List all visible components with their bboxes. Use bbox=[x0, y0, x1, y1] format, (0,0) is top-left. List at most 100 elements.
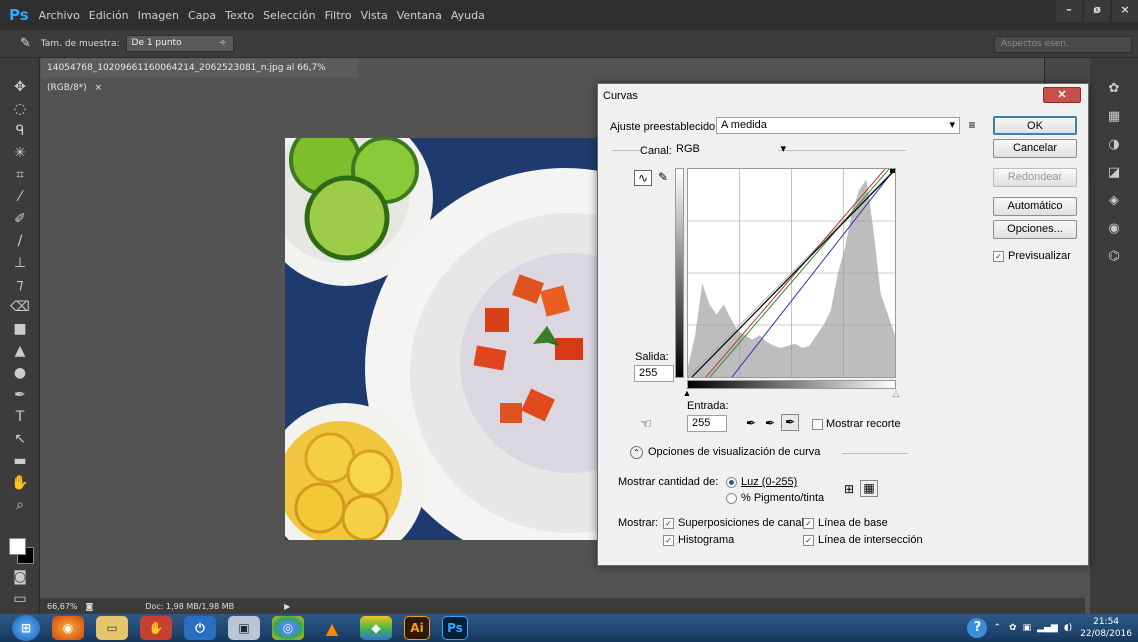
layers-panel-icon[interactable]: ◈ bbox=[1090, 186, 1138, 214]
lasso-tool-icon[interactable]: ᑫ bbox=[0, 120, 40, 142]
menu-ayuda[interactable]: Ayuda bbox=[451, 9, 485, 22]
hand-tool-icon[interactable]: ✋ bbox=[0, 472, 40, 494]
photoshop-taskbar-icon[interactable]: Ps bbox=[442, 616, 468, 640]
menu-texto[interactable]: Texto bbox=[225, 9, 254, 22]
eyedropper-icon[interactable]: ⁄ bbox=[0, 186, 40, 208]
blur-tool-icon[interactable]: ▲ bbox=[0, 340, 40, 362]
auto-button[interactable]: Automático bbox=[993, 197, 1077, 216]
white-eyedropper-icon[interactable]: ✒ bbox=[781, 414, 799, 431]
explorer-icon[interactable]: ▭ bbox=[96, 616, 128, 640]
start-button-icon[interactable]: ⊞ bbox=[12, 615, 40, 641]
smooth-button[interactable]: Redondear bbox=[993, 168, 1077, 187]
network-icon[interactable]: ▂▄▆ bbox=[1037, 623, 1058, 633]
document-canvas[interactable] bbox=[285, 138, 643, 540]
sample-size-select[interactable]: De 1 punto bbox=[125, 35, 234, 52]
histogram-checkbox[interactable]: ✓ bbox=[663, 535, 674, 546]
menu-imagen[interactable]: Imagen bbox=[138, 9, 179, 22]
power-app-icon[interactable]: ⏻ bbox=[184, 616, 216, 640]
pencil-draw-icon[interactable]: ✎ bbox=[656, 170, 670, 184]
baseline-checkbox[interactable]: ✓ bbox=[803, 518, 814, 529]
color-panel-icon[interactable]: ✿ bbox=[1090, 74, 1138, 102]
paths-panel-icon[interactable]: ⌬ bbox=[1090, 242, 1138, 270]
illustrator-icon[interactable]: Ai bbox=[404, 616, 430, 640]
gradient-tool-icon[interactable]: ■ bbox=[0, 318, 40, 340]
game-app-icon[interactable]: ✋ bbox=[140, 616, 172, 640]
ok-button[interactable]: OK bbox=[993, 116, 1077, 135]
pen-tool-icon[interactable]: ✒ bbox=[0, 384, 40, 406]
intersection-checkbox[interactable]: ✓ bbox=[803, 535, 814, 546]
menu-edicion[interactable]: Edición bbox=[89, 9, 129, 22]
tray-expand-icon[interactable]: ⌃ bbox=[993, 623, 1001, 633]
channel-overlays-checkbox[interactable]: ✓ bbox=[663, 518, 674, 529]
clock[interactable]: 21:54 22/08/2016 bbox=[1080, 616, 1132, 640]
restore-button[interactable]: ø bbox=[1084, 0, 1110, 22]
zoom-tool-icon[interactable]: ⌕ bbox=[0, 494, 40, 516]
menu-ventana[interactable]: Ventana bbox=[397, 9, 442, 22]
dialog-close-button[interactable]: ✕ bbox=[1043, 87, 1081, 103]
chrome-icon[interactable]: ◎ bbox=[272, 616, 304, 640]
swatches-panel-icon[interactable]: ▦ bbox=[1090, 102, 1138, 130]
status-info-icon[interactable]: ◙ bbox=[86, 602, 94, 611]
status-arrow-icon[interactable]: ▶ bbox=[284, 602, 290, 611]
curve-points-icon[interactable]: ∿ bbox=[634, 170, 652, 186]
pigment-radio[interactable] bbox=[726, 493, 737, 504]
dodge-tool-icon[interactable]: ● bbox=[0, 362, 40, 384]
menu-capa[interactable]: Capa bbox=[188, 9, 216, 22]
gray-eyedropper-icon[interactable]: ✒ bbox=[764, 416, 776, 430]
options-button[interactable]: Opciones... bbox=[993, 220, 1077, 239]
document-tab[interactable]: 14054768_10209661160064214_2062523081_n.… bbox=[41, 58, 358, 93]
minimize-button[interactable]: – bbox=[1056, 0, 1082, 22]
menu-filtro[interactable]: Filtro bbox=[325, 9, 352, 22]
history-brush-icon[interactable]: ⁊ bbox=[0, 274, 40, 296]
close-tab-icon[interactable]: × bbox=[95, 83, 103, 93]
styles-panel-icon[interactable]: ◪ bbox=[1090, 158, 1138, 186]
quick-mask-icon[interactable]: ◙ bbox=[0, 566, 40, 588]
preset-select[interactable]: A medida bbox=[716, 117, 960, 134]
volume-icon[interactable]: ◖) bbox=[1064, 623, 1072, 633]
hand-adjust-icon[interactable]: ☜ bbox=[638, 416, 654, 432]
pc-app-icon[interactable]: ▣ bbox=[228, 616, 260, 640]
help-icon[interactable]: ? bbox=[967, 618, 988, 638]
collapse-options-icon[interactable]: ⌃ bbox=[630, 446, 643, 459]
workspace-select[interactable]: Aspectos esen. bbox=[994, 36, 1132, 53]
simple-grid-icon[interactable]: ⊞ bbox=[842, 482, 856, 496]
show-clipping-checkbox[interactable] bbox=[812, 419, 823, 430]
firefox-icon[interactable]: ◉ bbox=[52, 616, 84, 640]
light-radio[interactable] bbox=[726, 477, 737, 488]
screen-mode-icon[interactable]: ▭ bbox=[0, 588, 40, 610]
adjustments-panel-icon[interactable]: ◑ bbox=[1090, 130, 1138, 158]
crop-tool-icon[interactable]: ⌗ bbox=[0, 164, 40, 186]
eyedropper-tool-icon[interactable]: ✎ bbox=[20, 36, 31, 51]
menu-archivo[interactable]: Archivo bbox=[39, 9, 80, 22]
tray-app-icon[interactable]: ✿ bbox=[1009, 623, 1017, 633]
eraser-tool-icon[interactable]: ⌫ bbox=[0, 296, 40, 318]
menu-vista[interactable]: Vista bbox=[361, 9, 388, 22]
marquee-tool-icon[interactable]: ◌ bbox=[0, 98, 40, 120]
channels-panel-icon[interactable]: ◉ bbox=[1090, 214, 1138, 242]
move-tool-icon[interactable]: ✥ bbox=[0, 76, 40, 98]
preview-checkbox[interactable]: ✓ bbox=[993, 251, 1004, 262]
path-selection-icon[interactable]: ↖ bbox=[0, 428, 40, 450]
cancel-button[interactable]: Cancelar bbox=[993, 139, 1077, 158]
vlc-icon[interactable]: ▲ bbox=[316, 616, 348, 640]
stamp-tool-icon[interactable]: ⊥ bbox=[0, 252, 40, 274]
foreground-color-swatch[interactable] bbox=[9, 538, 26, 555]
type-tool-icon[interactable]: T bbox=[0, 406, 40, 428]
black-point-slider-icon[interactable]: ▲ bbox=[681, 388, 693, 398]
black-eyedropper-icon[interactable]: ✒ bbox=[745, 416, 757, 430]
bluestacks-icon[interactable]: ◆ bbox=[360, 616, 392, 640]
magic-wand-tool-icon[interactable]: ✳ bbox=[0, 142, 40, 164]
output-field[interactable]: 255 bbox=[634, 365, 674, 382]
zoom-level[interactable]: 66,67% bbox=[47, 602, 78, 611]
preset-options-icon[interactable]: ≡ bbox=[965, 118, 979, 132]
menu-seleccion[interactable]: Selección bbox=[263, 9, 315, 22]
detailed-grid-icon[interactable]: ▦ bbox=[860, 480, 878, 497]
close-window-button[interactable]: × bbox=[1112, 0, 1138, 22]
healing-brush-icon[interactable]: ✐ bbox=[0, 208, 40, 230]
shape-tool-icon[interactable]: ▬ bbox=[0, 450, 40, 472]
white-point-slider-icon[interactable]: △ bbox=[890, 388, 902, 399]
input-field[interactable]: 255 bbox=[687, 415, 727, 432]
channel-select[interactable]: RGB bbox=[672, 142, 790, 159]
curve-graph[interactable] bbox=[687, 168, 896, 378]
brush-tool-icon[interactable]: ∕ bbox=[0, 230, 40, 252]
